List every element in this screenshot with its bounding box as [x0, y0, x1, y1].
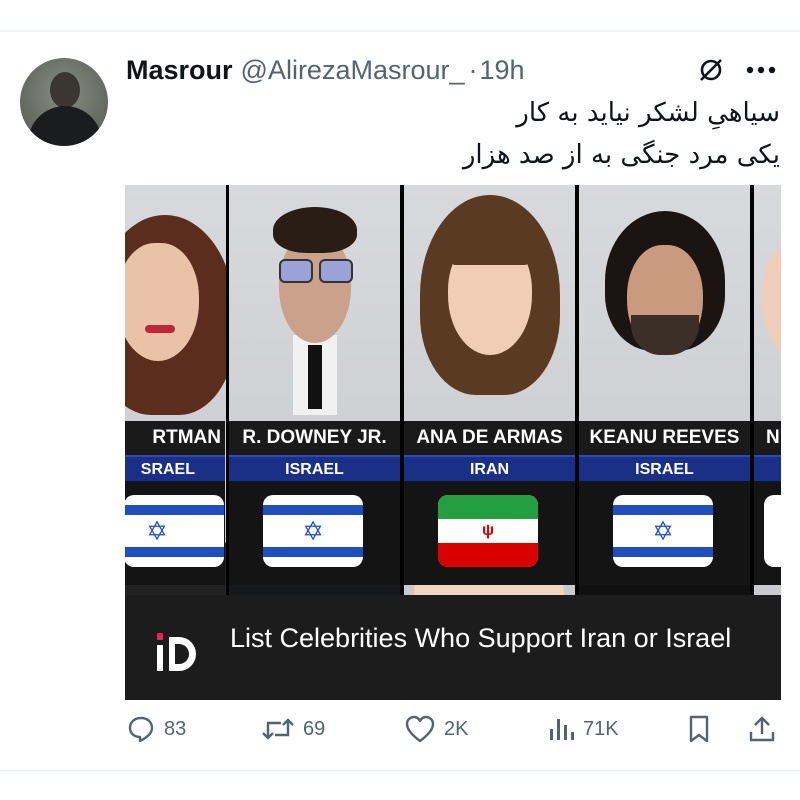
share-button[interactable]: [748, 712, 776, 746]
reply-icon: [128, 716, 154, 743]
celebrity-country: [754, 455, 781, 483]
bookmark-icon: [689, 715, 709, 743]
israel-flag: ✡: [263, 495, 363, 567]
flag-cell: [754, 481, 781, 585]
views-count: 71K: [583, 717, 619, 740]
bottom-divider: [0, 770, 800, 772]
bookmark-button[interactable]: [686, 712, 712, 746]
tweet-text-line-1: سیاهیِ لشکر نیاید به کار: [516, 98, 780, 128]
separator-dot: ·: [468, 54, 478, 85]
flag-cell: ψ: [404, 481, 575, 585]
reply-button[interactable]: 83: [126, 712, 186, 746]
flag-cell: ✡: [125, 481, 225, 585]
tweet-text-line-2: یکی مرد جنگی به از صد هزار: [462, 140, 780, 170]
celebrity-country: ISRAEL: [229, 455, 400, 483]
israel-flag: ✡: [125, 495, 224, 567]
celebrity-name: KEANU REEVES: [579, 421, 750, 455]
tweet-text: سیاهیِ لشکر نیاید به کار یکی مرد جنگی به…: [463, 92, 780, 176]
tweet-media[interactable]: RTMAN R. DOWNEY JR. ANA DE ARMAS KEANU R…: [125, 185, 781, 700]
like-button[interactable]: 2K: [404, 712, 468, 746]
user-handle[interactable]: @AlirezaMasrour_: [241, 55, 465, 86]
share-icon: [749, 716, 775, 742]
repost-button[interactable]: 69: [261, 712, 325, 746]
israel-flag: ✡: [613, 495, 713, 567]
tweet-header: Masrour @AlirezaMasrour_ · 19h: [126, 54, 525, 86]
flag-cell: ✡: [229, 481, 400, 585]
iran-flag: ψ: [438, 495, 538, 567]
top-divider: [0, 30, 800, 32]
grok-icon[interactable]: [694, 54, 728, 86]
repost-icon: [262, 718, 294, 740]
tweet-time[interactable]: 19h: [480, 55, 525, 86]
views-icon: [550, 719, 574, 740]
celebrity-name: R. DOWNEY JR.: [229, 421, 400, 455]
avatar[interactable]: [20, 58, 108, 146]
celebrity-name: RTMAN: [125, 421, 225, 455]
display-name[interactable]: Masrour: [126, 55, 233, 86]
avatar-head: [50, 72, 80, 108]
flag-cell: ✡: [579, 481, 750, 585]
source-logo-icon: [155, 629, 201, 680]
celebrity-country: SRAEL: [125, 455, 225, 481]
like-count: 2K: [444, 717, 469, 740]
celebrity-country: ISRAEL: [579, 455, 750, 483]
celebrity-name: N: [754, 421, 781, 455]
celebrity-country: IRAN: [404, 455, 575, 483]
more-icon[interactable]: [744, 54, 778, 86]
media-caption: List Celebrities Who Support Iran or Isr…: [230, 623, 732, 653]
tweet-actions: 83 69 2K 71K: [0, 704, 800, 754]
repost-count: 69: [303, 717, 326, 740]
views-button[interactable]: 71K: [547, 712, 619, 746]
like-icon: [405, 715, 435, 743]
media-caption-bar: List Celebrities Who Support Iran or Isr…: [125, 595, 781, 700]
reply-count: 83: [164, 717, 187, 740]
avatar-body: [28, 106, 102, 146]
celebrity-name: ANA DE ARMAS: [404, 421, 575, 455]
